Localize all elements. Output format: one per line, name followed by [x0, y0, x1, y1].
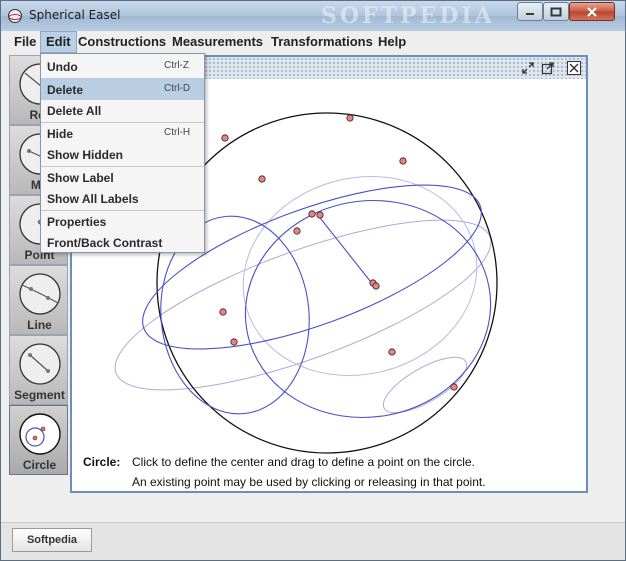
menu-item-shortcut: Ctrl-H: [164, 127, 191, 138]
menu-item-show-hidden[interactable]: Show Hidden: [41, 144, 204, 165]
menu-bar: File Edit Constructions Measurements Tra…: [1, 31, 625, 53]
point[interactable]: [450, 383, 458, 391]
menu-item-show-all-labels[interactable]: Show All Labels: [41, 188, 204, 209]
menu-item-label: Show Hidden: [47, 148, 123, 162]
menu-item-label: Show Label: [47, 171, 114, 185]
menu-item-label: Front/Back Contrast: [47, 236, 163, 250]
menu-measurements[interactable]: Measurements: [167, 31, 268, 53]
point[interactable]: [230, 338, 238, 346]
point[interactable]: [221, 134, 229, 142]
point[interactable]: [316, 211, 324, 219]
watermark-text: SOFTPEDIA: [321, 3, 495, 29]
title-bar[interactable]: Spherical Easel SOFTPEDIA: [1, 1, 625, 31]
minimize-button[interactable]: [517, 2, 543, 21]
close-frame-icon[interactable]: [567, 61, 581, 75]
menu-item-undo[interactable]: Undo Ctrl-Z: [41, 56, 204, 77]
menu-item-label: Delete: [47, 83, 84, 97]
maximize-button[interactable]: [543, 2, 569, 21]
point[interactable]: [293, 227, 301, 235]
menu-item-label: Show All Labels: [47, 192, 139, 206]
menu-help[interactable]: Help: [373, 31, 411, 53]
edit-menu-dropdown: Undo Ctrl-Z Delete Ctrl-D Delete All Hid…: [40, 53, 205, 253]
close-icon: [587, 6, 597, 17]
point[interactable]: [399, 157, 407, 165]
menu-item-hide[interactable]: Hide Ctrl-H: [41, 123, 204, 144]
point[interactable]: [372, 282, 380, 290]
restore-icon[interactable]: [521, 61, 535, 75]
tool-segment[interactable]: Segment: [9, 335, 68, 405]
tool-label: Line: [27, 318, 52, 332]
maximize-icon: [550, 7, 562, 16]
segment[interactable]: [316, 213, 375, 287]
circle-icon: [19, 413, 61, 455]
taskbar-tab[interactable]: Softpedia: [12, 528, 92, 552]
menu-item-delete-all[interactable]: Delete All: [41, 100, 204, 121]
menu-item-delete[interactable]: Delete Ctrl-D: [41, 79, 204, 100]
bottom-bar: Softpedia: [1, 522, 625, 560]
menu-constructions[interactable]: Constructions: [73, 31, 171, 53]
menu-item-label: Undo: [47, 60, 78, 74]
app-window: Spherical Easel SOFTPEDIA File Edit Cons…: [0, 0, 626, 561]
back-small-circle: [382, 356, 468, 414]
status-tool-name: Circle:: [83, 455, 121, 469]
tool-circle[interactable]: Circle: [9, 405, 68, 475]
status-line-1: Click to define the center and drag to d…: [132, 455, 475, 469]
line-icon: [19, 273, 61, 315]
menu-file[interactable]: File: [9, 31, 41, 53]
menu-item-label: Delete All: [47, 104, 102, 118]
menu-item-shortcut: Ctrl-D: [164, 83, 191, 94]
status-line-2: An existing point may be used by clickin…: [132, 475, 486, 489]
menu-item-front-back-contrast[interactable]: Front/Back Contrast: [41, 232, 204, 253]
point[interactable]: [346, 114, 354, 122]
menu-item-label: Properties: [47, 215, 107, 229]
menu-item-shortcut: Ctrl-Z: [164, 60, 189, 71]
menu-item-show-label[interactable]: Show Label: [41, 167, 204, 188]
point[interactable]: [388, 348, 396, 356]
window-title: Spherical Easel: [29, 8, 121, 22]
segment-icon: [19, 343, 61, 385]
app-icon: [8, 9, 22, 23]
tool-label: Circle: [22, 458, 57, 472]
menu-item-label: Hide: [47, 127, 74, 141]
tool-line[interactable]: Line: [9, 265, 68, 335]
minimize-icon: [526, 12, 534, 15]
point[interactable]: [308, 210, 316, 218]
tool-label: Segment: [14, 388, 65, 402]
menu-item-properties[interactable]: Properties: [41, 211, 204, 232]
menu-edit[interactable]: Edit: [40, 31, 77, 53]
point[interactable]: [258, 175, 266, 183]
point[interactable]: [219, 308, 227, 316]
expand-icon[interactable]: [541, 61, 555, 75]
close-button[interactable]: [569, 2, 615, 21]
menu-transformations[interactable]: Transformations: [266, 31, 378, 53]
sphere-boundary: [156, 112, 498, 454]
